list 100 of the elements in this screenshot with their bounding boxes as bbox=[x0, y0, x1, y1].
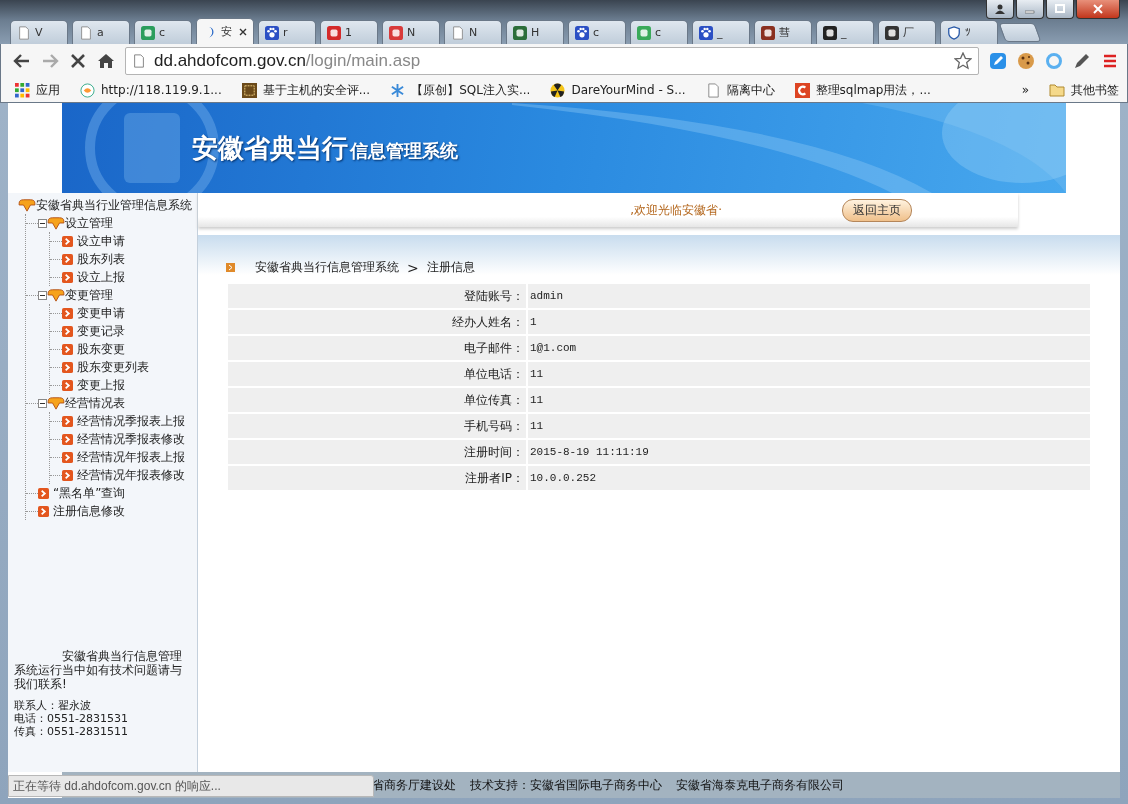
field-value: 1 bbox=[528, 310, 1090, 334]
arrow-bullet-icon bbox=[62, 361, 73, 373]
tree-item[interactable]: 注册信息修改 bbox=[53, 502, 125, 520]
favicon-icon bbox=[389, 25, 403, 40]
menu-icon[interactable] bbox=[1101, 52, 1119, 70]
page-icon bbox=[132, 54, 146, 68]
profile-button[interactable] bbox=[986, 0, 1014, 19]
field-value: 1@1.com bbox=[528, 336, 1090, 360]
field-label: 电子邮件： bbox=[228, 336, 526, 360]
tree-item[interactable]: 经营情况年报表上报 bbox=[77, 448, 185, 466]
more-bookmarks-button[interactable]: » bbox=[1021, 83, 1029, 97]
field-label: 注册时间： bbox=[228, 440, 526, 464]
tree-item[interactable]: 变更记录 bbox=[77, 322, 125, 340]
browser-tab[interactable]: _ bbox=[692, 20, 750, 44]
bookmark[interactable]: 应用 bbox=[15, 81, 60, 99]
field-value: 2015-8-19 11:11:19 bbox=[528, 440, 1090, 464]
close-icon[interactable] bbox=[239, 27, 247, 36]
browser-tab[interactable]: 1 bbox=[320, 20, 378, 44]
field-value: admin bbox=[528, 284, 1090, 308]
pen-icon[interactable] bbox=[1073, 52, 1091, 70]
new-tab-button[interactable] bbox=[998, 23, 1042, 42]
browser-tab[interactable]: 彗 bbox=[754, 20, 812, 44]
pencil-square-icon[interactable] bbox=[989, 52, 1007, 70]
collapse-icon[interactable] bbox=[38, 290, 47, 300]
star-icon[interactable] bbox=[954, 52, 972, 70]
field-label: 单位传真： bbox=[228, 388, 526, 412]
other-bookmarks-folder[interactable]: 其他书签 bbox=[1049, 81, 1119, 99]
apps-grid-icon bbox=[15, 82, 30, 98]
browser-tab[interactable]: V bbox=[10, 20, 68, 44]
tree-item[interactable]: 股东列表 bbox=[77, 250, 125, 268]
breadcrumb-separator: > bbox=[407, 259, 419, 276]
shield-icon bbox=[947, 25, 961, 40]
favicon-icon bbox=[637, 25, 651, 40]
bookmark[interactable]: DareYourMind - S... bbox=[550, 82, 686, 98]
field-label: 手机号码： bbox=[228, 414, 526, 438]
browser-tab[interactable]: r bbox=[258, 20, 316, 44]
browser-tab[interactable]: 厂 bbox=[878, 20, 936, 44]
tree-item[interactable]: “黑名单”查询 bbox=[53, 484, 126, 502]
browser-tab[interactable]: c bbox=[568, 20, 626, 44]
tree-item[interactable]: 股东变更列表 bbox=[77, 358, 149, 376]
bookmark[interactable]: 【原创】SQL注入实... bbox=[390, 81, 531, 99]
field-value: 11 bbox=[528, 388, 1090, 412]
banner-subtitle: 信息管理系统 bbox=[350, 139, 458, 163]
collapse-icon[interactable] bbox=[38, 398, 47, 408]
folder-arrow-icon bbox=[47, 288, 65, 302]
browser-tab[interactable]: a bbox=[72, 20, 130, 44]
folder-icon bbox=[1049, 83, 1065, 97]
maximize-icon bbox=[1055, 4, 1065, 14]
arrow-bullet-icon bbox=[226, 263, 235, 272]
collapse-icon[interactable] bbox=[38, 218, 47, 228]
minimize-button[interactable] bbox=[1016, 0, 1044, 19]
tree-item[interactable]: 安徽省典当行业管理信息系统 bbox=[36, 196, 192, 214]
close-button[interactable] bbox=[1076, 0, 1120, 19]
tree-item[interactable]: 变更申请 bbox=[77, 304, 125, 322]
tree-item[interactable]: 设立管理 bbox=[65, 214, 113, 232]
browser-tab[interactable]: c bbox=[134, 20, 192, 44]
tree-item[interactable]: 经营情况季报表修改 bbox=[77, 430, 185, 448]
contact-line: 联系人：翟永波 bbox=[14, 699, 92, 712]
c-logo-icon bbox=[794, 82, 810, 98]
cookie-icon[interactable] bbox=[1017, 52, 1035, 70]
bookmark[interactable]: http://118.119.9.1... bbox=[80, 82, 222, 98]
bookmark[interactable]: 隔离中心 bbox=[705, 81, 775, 99]
folder-arrow-icon bbox=[47, 396, 65, 410]
browser-tab[interactable]: N bbox=[382, 20, 440, 44]
favicon-icon bbox=[327, 25, 341, 40]
bookmark[interactable]: 基于主机的安全评... bbox=[241, 81, 371, 99]
tree-item[interactable]: 经营情况表 bbox=[65, 394, 125, 412]
tree-item[interactable]: 设立上报 bbox=[77, 268, 125, 286]
tree-item[interactable]: 设立申请 bbox=[77, 232, 125, 250]
tree-item[interactable]: 变更管理 bbox=[65, 286, 113, 304]
notice-text: 安徽省典当行信息管理系统运行当中如有技术问题请与我们联系! bbox=[14, 649, 183, 691]
page-icon bbox=[451, 25, 465, 40]
browser-tab[interactable]: ﾂ bbox=[940, 20, 998, 44]
bookmark[interactable]: 整理sqlmap用法，... bbox=[794, 81, 931, 99]
maximize-button[interactable] bbox=[1046, 0, 1074, 19]
tree-item[interactable]: 经营情况年报表修改 bbox=[77, 466, 185, 484]
close-icon bbox=[1093, 4, 1103, 14]
tree-item[interactable]: 经营情况季报表上报 bbox=[77, 412, 185, 430]
browser-tab[interactable]: _ bbox=[816, 20, 874, 44]
favicon-icon bbox=[761, 25, 775, 40]
field-label: 注册者IP： bbox=[228, 466, 526, 490]
arrow-bullet-icon bbox=[62, 469, 73, 481]
address-bar[interactable]: dd.ahdofcom.gov.cn/login/main.asp bbox=[125, 47, 979, 75]
folder-arrow-icon bbox=[47, 216, 65, 230]
welcome-text: ,欢迎光临安徽省· bbox=[630, 201, 722, 219]
paw-icon bbox=[265, 25, 279, 40]
tree-item[interactable]: 变更上报 bbox=[77, 376, 125, 394]
browser-tab[interactable]: 安 bbox=[196, 18, 254, 44]
favicon-icon bbox=[513, 25, 527, 40]
contact-line: 传真：0551-2831511 bbox=[14, 725, 129, 738]
back-icon[interactable] bbox=[13, 52, 31, 70]
tree-item[interactable]: 股东变更 bbox=[77, 340, 125, 358]
browser-tab[interactable]: N bbox=[444, 20, 502, 44]
browser-tab[interactable]: H bbox=[506, 20, 564, 44]
home-button[interactable]: 返回主页 bbox=[842, 198, 912, 222]
stop-icon[interactable] bbox=[69, 52, 87, 70]
home-icon[interactable] bbox=[97, 52, 115, 70]
status-bubble: 正在等待 dd.ahdofcom.gov.cn 的响应... bbox=[8, 775, 374, 797]
arrow-bullet-icon bbox=[62, 271, 73, 283]
browser-tab[interactable]: c bbox=[630, 20, 688, 44]
